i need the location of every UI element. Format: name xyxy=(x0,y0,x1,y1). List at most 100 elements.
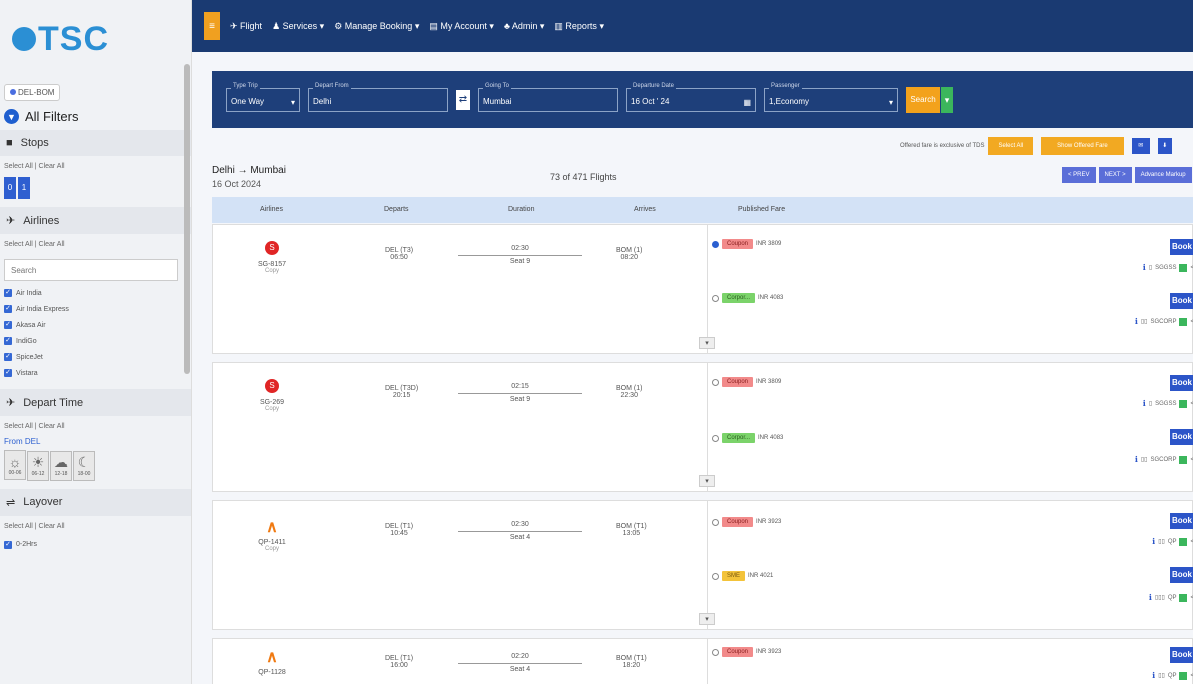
fare-option[interactable]: Coupon INR 3923 xyxy=(712,517,781,527)
book-button[interactable]: Book xyxy=(1170,375,1193,391)
tds-note: Offered fare is exclusive of TDS xyxy=(900,143,985,149)
col-published-fare[interactable]: Published Fare xyxy=(738,206,785,213)
airline-checkbox[interactable]: ✓ IndiGo xyxy=(0,333,191,349)
time-slot-afternoon[interactable]: ☁ 12-18 xyxy=(50,450,72,481)
stop-option-0[interactable]: 0 xyxy=(4,177,16,199)
download-icon[interactable]: ⬇ xyxy=(1157,138,1172,154)
info-icon[interactable]: ℹ xyxy=(1143,263,1146,272)
mail-icon[interactable]: ✉ xyxy=(1131,138,1150,154)
advance-markup-button[interactable]: Advance Markup xyxy=(1134,167,1192,183)
clear-all-link[interactable]: Clear All xyxy=(39,163,65,170)
chevron-down-icon: ▾ xyxy=(290,97,295,107)
select-all-link[interactable]: Select All xyxy=(4,423,33,430)
depart-time-section-header[interactable]: ✈ Depart Time xyxy=(0,389,191,416)
select-all-link[interactable]: Select All xyxy=(4,163,33,170)
radio-icon[interactable] xyxy=(712,378,719,386)
time-slot-morning[interactable]: ☀ 06-12 xyxy=(27,450,49,481)
col-arrives[interactable]: Arrives xyxy=(634,206,656,213)
layover-checkbox[interactable]: ✓ 0-2Hrs xyxy=(0,537,191,553)
info-icon[interactable]: ℹ xyxy=(1149,593,1152,602)
select-all-link[interactable]: Select All xyxy=(4,241,33,248)
sun-icon: ☀ xyxy=(31,454,45,470)
next-button[interactable]: NEXT > xyxy=(1098,167,1132,183)
copy-link[interactable]: Copy xyxy=(257,268,287,274)
info-icon[interactable]: ℹ xyxy=(1152,671,1155,680)
nav-reports[interactable]: ▥ Reports ▾ xyxy=(554,21,604,32)
info-icon[interactable]: ℹ xyxy=(1135,455,1138,464)
expand-search-icon[interactable]: ▾ xyxy=(941,86,953,113)
type-trip-select[interactable]: Type Trip One Way ▾ xyxy=(226,82,300,112)
book-button[interactable]: Book xyxy=(1170,293,1193,309)
book-button[interactable]: Book xyxy=(1170,239,1193,255)
clear-all-link[interactable]: Clear All xyxy=(39,423,65,430)
stops-section-header[interactable]: ■ Stops xyxy=(0,130,191,156)
col-departs[interactable]: Departs xyxy=(384,206,409,213)
radio-icon[interactable] xyxy=(712,434,719,442)
departure-date-field[interactable]: Departure Date 16 Oct ' 24 ▦ xyxy=(626,82,756,112)
chevron-down-icon: ▾ xyxy=(888,97,893,107)
airline-checkbox[interactable]: ✓ Air India xyxy=(0,285,191,301)
clear-all-link[interactable]: Clear All xyxy=(39,241,65,248)
radio-icon[interactable] xyxy=(712,572,719,580)
col-airlines[interactable]: Airlines xyxy=(260,206,283,213)
radio-icon[interactable] xyxy=(712,240,719,248)
airline-checkbox[interactable]: ✓ Vistara xyxy=(0,365,191,381)
expand-chevron-icon[interactable]: ▾ xyxy=(699,613,715,625)
nav-flight[interactable]: ✈ Flight xyxy=(230,21,262,32)
airlines-section-header[interactable]: ✈ Airlines xyxy=(0,207,191,234)
airline-checkbox[interactable]: ✓ Air India Express xyxy=(0,301,191,317)
fare-option[interactable]: Coupon INR 3923 xyxy=(712,647,781,657)
checkbox-icon: ✓ xyxy=(4,321,12,329)
flight-count: 73 of 471 Flights xyxy=(550,172,617,182)
radio-icon[interactable] xyxy=(712,518,719,526)
time-slot-night[interactable]: ☾ 18-00 xyxy=(73,450,95,481)
clear-all-link[interactable]: Clear All xyxy=(39,523,65,530)
fare-option[interactable]: Corpor... INR 4083 xyxy=(712,293,783,303)
airline-search-input[interactable] xyxy=(4,259,178,281)
route-chip[interactable]: DEL-BOM xyxy=(4,84,61,101)
book-button[interactable]: Book xyxy=(1170,567,1193,583)
info-icon[interactable]: ℹ xyxy=(1135,317,1138,326)
expand-chevron-icon[interactable]: ▾ xyxy=(699,475,715,487)
layover-icon: ⇌ xyxy=(6,496,16,509)
col-duration[interactable]: Duration xyxy=(508,206,534,213)
info-icon[interactable]: ℹ xyxy=(1143,399,1146,408)
brand-logo[interactable]: TSC xyxy=(0,0,191,78)
info-icon[interactable]: ℹ xyxy=(1152,537,1155,546)
select-all-link[interactable]: Select All xyxy=(4,523,33,530)
swap-icon[interactable]: ⇄ xyxy=(456,89,470,110)
fare-option[interactable]: Coupon INR 3809 xyxy=(712,239,781,249)
book-button[interactable]: Book xyxy=(1170,513,1193,529)
time-slot-early[interactable]: ☼ 00-06 xyxy=(4,450,26,480)
depart-from-field[interactable]: Depart From Delhi xyxy=(308,82,448,112)
nav-services[interactable]: ♟ Services ▾ xyxy=(272,21,324,32)
airlines-select-clear: Select All | Clear All xyxy=(4,241,65,248)
select-all-button[interactable]: Select All xyxy=(988,137,1034,155)
sidebar-scrollbar[interactable] xyxy=(184,64,190,374)
menu-icon[interactable]: ≡ xyxy=(204,12,220,40)
airline-logo: S xyxy=(265,241,279,255)
radio-icon[interactable] xyxy=(712,648,719,656)
going-to-field[interactable]: Going To Mumbai xyxy=(478,82,618,112)
layover-section-header[interactable]: ⇌ Layover xyxy=(0,488,191,516)
fare-option[interactable]: SME INR 4021 xyxy=(712,571,773,581)
nav-admin[interactable]: ♣ Admin ▾ xyxy=(504,21,544,32)
copy-link[interactable]: Copy xyxy=(257,406,287,412)
stop-option-1[interactable]: 1 xyxy=(18,177,30,199)
show-offered-fare-button[interactable]: Show Offered Fare xyxy=(1041,137,1124,155)
search-button[interactable]: Search xyxy=(906,86,940,113)
airline-checkbox[interactable]: ✓ Akasa Air xyxy=(0,317,191,333)
passenger-select[interactable]: Passenger 1,Economy ▾ xyxy=(764,82,898,112)
prev-button[interactable]: < PREV xyxy=(1062,167,1096,183)
nav-manage-booking[interactable]: ⚙ Manage Booking ▾ xyxy=(334,21,419,32)
copy-link[interactable]: Copy xyxy=(257,546,287,552)
book-button[interactable]: Book xyxy=(1170,429,1193,445)
expand-chevron-icon[interactable]: ▾ xyxy=(699,337,715,349)
fare-option[interactable]: Corpor... INR 4083 xyxy=(712,433,783,443)
radio-icon[interactable] xyxy=(712,294,719,302)
airline-checkbox[interactable]: ✓ SpiceJet xyxy=(0,349,191,365)
book-button[interactable]: Book xyxy=(1170,647,1193,663)
nav-my-account[interactable]: ▤ My Account ▾ xyxy=(429,21,494,32)
sunset-icon: ☁ xyxy=(54,454,68,470)
fare-option[interactable]: Coupon INR 3809 xyxy=(712,377,781,387)
